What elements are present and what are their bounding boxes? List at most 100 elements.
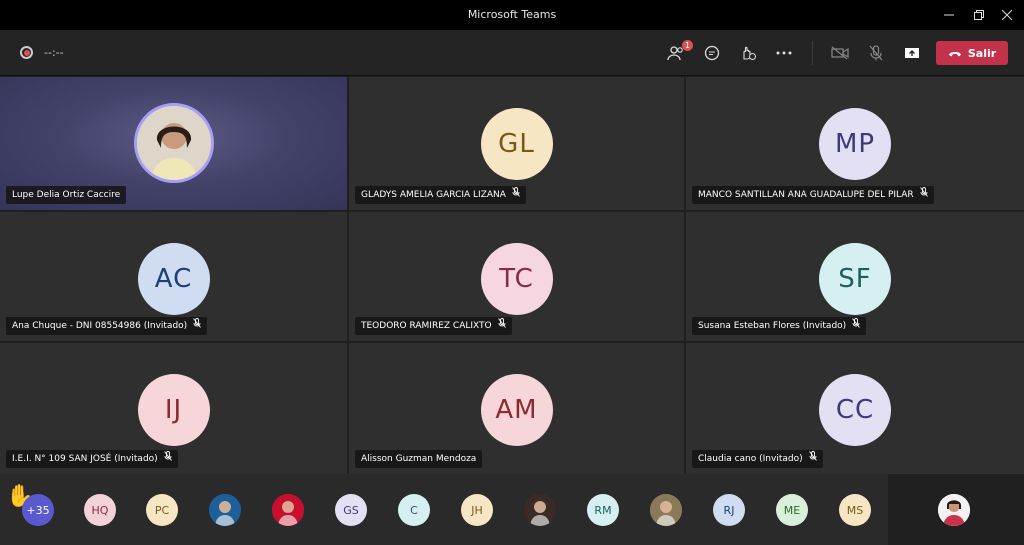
participant-photo-icon <box>272 494 304 526</box>
overflow-participants-button[interactable]: +35 <box>22 494 54 526</box>
participant-name-tag: Alisson Guzman Mendoza <box>355 450 483 468</box>
participant-name-tag: GLADYS AMELIA GARCIA LIZANA <box>355 186 526 204</box>
participant-photo-icon <box>209 494 241 526</box>
strip-participant-avatar[interactable]: PC <box>146 494 178 526</box>
video-tile[interactable]: MP MANCO SANTILLAN ANA GUADALUPE DEL PILA… <box>686 77 1024 210</box>
maximize-button[interactable] <box>970 6 988 24</box>
person-photo-icon <box>136 106 211 180</box>
chat-icon <box>704 45 720 61</box>
participant-name-tag: Ana Chuque - DNI 08554986 (Invitado) <box>6 317 208 335</box>
strip-participant-initials: C <box>410 503 418 517</box>
participant-name-tag: MANCO SANTILLAN ANA GUADALUPE DEL PILAR <box>692 186 934 204</box>
self-view <box>888 474 1024 545</box>
more-actions-button[interactable] <box>772 41 796 65</box>
camera-toggle-button[interactable] <box>828 41 852 65</box>
video-tile[interactable]: AM Alisson Guzman Mendoza <box>349 343 684 474</box>
participant-name: Susana Esteban Flores (Invitado) <box>698 321 847 331</box>
toolbar-divider <box>812 41 813 65</box>
video-grid: Lupe Delia Ortiz Caccire GL GLADYS AMELIA … <box>0 77 1024 474</box>
participant-name: GLADYS AMELIA GARCIA LIZANA <box>361 190 506 200</box>
self-photo-icon <box>938 494 970 526</box>
chat-button[interactable] <box>700 41 724 65</box>
strip-participant-avatar[interactable]: RM <box>587 494 619 526</box>
participant-name: TEODORO RAMIREZ CALIXTO <box>361 321 492 331</box>
muted-mic-icon <box>163 450 172 468</box>
participant-avatar: MP <box>819 108 891 180</box>
participant-name: Claudia cano (Invitado) <box>698 454 803 464</box>
video-tile[interactable]: Lupe Delia Ortiz Caccire <box>0 77 347 210</box>
strip-participant-avatar[interactable] <box>272 494 304 526</box>
hang-up-icon <box>948 52 961 57</box>
participant-photo <box>133 103 214 183</box>
muted-mic-icon <box>808 450 817 468</box>
muted-mic-icon <box>497 317 506 335</box>
leave-button-label: Salir <box>967 46 997 60</box>
participant-name-tag: Lupe Delia Ortiz Caccire <box>6 186 127 204</box>
participant-avatar: TC <box>480 243 553 315</box>
muted-mic-icon <box>512 186 520 204</box>
strip-participant-initials: HQ <box>91 503 109 517</box>
self-avatar[interactable] <box>938 494 970 526</box>
strip-participant-avatar[interactable]: HQ <box>84 494 116 526</box>
participant-name: Alisson Guzman Mendoza <box>361 454 477 464</box>
strip-participant-avatar[interactable]: MS <box>839 494 871 526</box>
participant-name-tag: I.E.I. N° 109 SAN JOSÉ (Invitado) <box>6 450 178 468</box>
strip-participant-avatar[interactable]: ME <box>776 494 808 526</box>
share-screen-icon <box>905 48 919 58</box>
participant-name: Ana Chuque - DNI 08554986 (Invitado) <box>12 321 188 331</box>
participant-name: MANCO SANTILLAN ANA GUADALUPE DEL PILAR <box>698 190 914 200</box>
strip-participant-avatar[interactable] <box>209 494 241 526</box>
strip-participant-initials: RM <box>594 503 612 517</box>
more-icon <box>776 51 792 55</box>
strip-participant-initials: GS <box>343 503 359 517</box>
video-tile[interactable]: SF Susana Esteban Flores (Invitado) <box>686 212 1024 341</box>
strip-participant-initials: JH <box>471 503 483 517</box>
strip-participant-avatar[interactable] <box>524 494 556 526</box>
strip-participant-initials: MS <box>846 503 864 517</box>
participant-name-tag: Claudia cano (Invitado) <box>692 450 823 468</box>
participant-avatar: GL <box>480 108 553 180</box>
camera-off-icon <box>831 46 849 60</box>
muted-mic-icon <box>193 317 202 335</box>
strip-participant-avatar[interactable]: RJ <box>713 494 745 526</box>
video-tile[interactable]: GL GLADYS AMELIA GARCIA LIZANA <box>349 77 684 210</box>
recording-indicator-icon <box>20 46 33 59</box>
strip-participant-avatar[interactable]: C <box>398 494 430 526</box>
strip-participant-avatar[interactable]: GS <box>335 494 367 526</box>
participant-name: Lupe Delia Ortiz Caccire <box>12 190 121 200</box>
video-tile[interactable]: CC Claudia cano (Invitado) <box>686 343 1024 474</box>
muted-mic-icon <box>852 317 861 335</box>
strip-participant-initials: RJ <box>723 503 735 517</box>
overflow-count: +35 <box>26 503 50 517</box>
participant-name-tag: Susana Esteban Flores (Invitado) <box>692 317 867 335</box>
participant-avatar: CC <box>819 374 891 446</box>
minimize-icon <box>944 14 954 16</box>
minimize-button[interactable] <box>940 6 958 24</box>
participant-photo-icon <box>650 494 682 526</box>
share-screen-button[interactable] <box>900 41 924 65</box>
participant-avatar: IJ <box>137 374 210 446</box>
window-title: Microsoft Teams <box>467 8 557 21</box>
restore-icon <box>974 10 984 20</box>
title-bar: Microsoft Teams <box>0 0 1024 30</box>
video-tile[interactable]: AC Ana Chuque - DNI 08554986 (Invitado) <box>0 212 347 341</box>
strip-participant-avatar[interactable] <box>650 494 682 526</box>
strip-participant-initials: ME <box>783 503 801 517</box>
participant-avatar: AM <box>480 374 553 446</box>
leave-button[interactable]: Salir <box>936 41 1008 65</box>
reactions-icon <box>743 46 756 60</box>
video-tile[interactable]: IJ I.E.I. N° 109 SAN JOSÉ (Invitado) <box>0 343 347 474</box>
strip-participant-avatar[interactable]: JH <box>461 494 493 526</box>
reactions-button[interactable] <box>736 41 760 65</box>
mic-toggle-button[interactable] <box>864 41 888 65</box>
close-button[interactable] <box>998 6 1016 24</box>
participant-avatar: SF <box>819 243 891 315</box>
video-tile[interactable]: TC TEODORO RAMIREZ CALIXTO <box>349 212 684 341</box>
participant-avatar: AC <box>137 243 210 315</box>
participant-strip: ✋ +35 HQ PC GS C JH RM RJ ME MS <box>0 474 1024 545</box>
meeting-timer: --:-- <box>44 46 64 59</box>
participant-name: I.E.I. N° 109 SAN JOSÉ (Invitado) <box>12 454 158 464</box>
participants-badge: 1 <box>682 40 693 51</box>
participant-name-tag: TEODORO RAMIREZ CALIXTO <box>355 317 512 335</box>
participant-photo-icon <box>524 494 556 526</box>
